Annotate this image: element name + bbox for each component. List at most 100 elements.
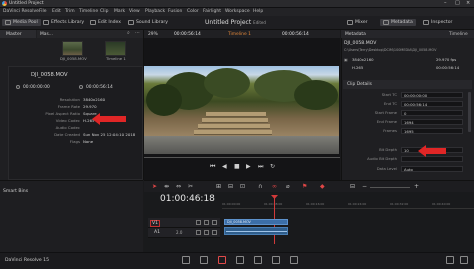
menu-item[interactable]: Fusion [168,9,182,14]
media-page-icon[interactable] [182,256,190,264]
bin-dropdown[interactable]: Mas... [40,32,53,37]
cut-page-icon[interactable] [200,256,208,264]
timeline-thumbnail[interactable] [105,41,126,56]
track-visibility-icon[interactable] [212,220,217,225]
auto-select-icon[interactable] [204,220,209,225]
timeline-timecode[interactable]: 01:00:46:18 [160,194,215,204]
snapping-icon[interactable]: ∩ [258,183,262,190]
zoom-in-icon[interactable]: + [414,183,419,190]
position-lock-icon[interactable]: ⌀ [286,183,290,190]
mixer-button[interactable]: Mixer [347,19,368,26]
marker-icon[interactable]: ◆ [320,183,325,190]
metadata-codec: H.265 [352,65,364,70]
project-title: Untitled Project Edited [205,19,266,26]
timeline-ruler[interactable]: 01:00:00:00 01:00:08:00 01:00:16:00 01:0… [222,202,474,209]
metadata-button[interactable]: Metadata [380,19,416,26]
zoom-out-icon[interactable]: − [362,183,367,190]
trim-tool-icon[interactable]: ⇹ [164,183,169,190]
menu-item[interactable]: File [39,9,47,14]
home-icon[interactable] [446,256,454,264]
menu-item[interactable]: Mark [114,9,125,14]
ruler-tick-label: 01:00:32:00 [390,202,409,206]
fairlight-page-icon[interactable] [272,256,280,264]
skip-end-icon[interactable]: ⏭ [258,163,263,171]
lock-track-icon[interactable] [196,220,201,225]
metadata-value-field[interactable]: 0 [401,110,463,116]
metadata-duration: 00:00:56:14 [436,65,460,70]
metadata-value-field[interactable]: 1694 [401,119,463,125]
menu-item[interactable]: Playback [145,9,165,14]
dynamic-trim-icon[interactable]: ⇔ [176,183,181,190]
master-bin[interactable]: Master [0,30,36,38]
metadata-timeline-tab[interactable]: Timeline [449,32,468,37]
clip-start-tc: 00:00:00:00 [23,85,50,90]
media-pool-button[interactable]: Media Pool [2,19,41,26]
minimize-icon[interactable]: – [444,0,447,6]
edit-index-button[interactable]: Edit Index [90,19,121,26]
solo-icon[interactable] [204,230,209,235]
menu-item[interactable]: Fairlight [203,9,221,14]
menu-item[interactable]: Help [253,9,263,14]
mute-icon[interactable] [212,230,217,235]
close-icon[interactable]: × [466,0,470,6]
timeline-selector[interactable]: Timeline 1 [228,32,251,37]
step-shape [198,124,270,129]
skip-start-icon[interactable]: ⏮ [210,163,215,171]
edit-page-icon[interactable] [218,256,226,264]
viewer-timecode[interactable]: 00:00:56:14 [174,32,201,37]
clip-thumbnail[interactable] [62,41,83,56]
video-frame [144,66,339,154]
loop-icon[interactable]: ↻ [270,163,275,170]
menu-item[interactable]: Trim [65,9,75,14]
timeline-audio-clip[interactable] [224,227,288,235]
zoom-fit-icon[interactable]: ⊟ [350,183,355,190]
smart-bins-label[interactable]: Smart Bins [3,189,28,194]
lock-track-icon[interactable] [196,230,201,235]
metadata-value-field[interactable]: 1695 [401,128,463,134]
viewer-scrub-bar[interactable] [144,157,340,158]
property-value: None [83,139,94,144]
menu-item[interactable]: Edit [52,9,61,14]
deliver-page-icon[interactable] [290,256,298,264]
step-shape [194,130,272,135]
metadata-value-field[interactable]: 00:00:56:14 [401,101,463,107]
menu-item[interactable]: Timeline [79,9,98,14]
metadata-value-field[interactable]: 00:00:00:00 [401,92,463,98]
maximize-icon[interactable]: □ [455,0,460,6]
metadata-scrollbar[interactable] [468,92,471,132]
fusion-page-icon[interactable] [236,256,244,264]
reverse-icon[interactable]: ◀ [222,163,227,170]
zoom-slider[interactable] [370,187,410,188]
menu-item[interactable]: Clip [100,9,109,14]
color-page-icon[interactable] [254,256,262,264]
inspector-button[interactable]: Inspector [423,19,452,26]
search-icon[interactable]: ⌕ [127,30,130,36]
timeline-video-clip[interactable]: DJI_0058.MOV [224,219,288,225]
step-shape [206,112,266,117]
duration-icon [79,85,83,89]
menu-item[interactable]: Workspace [225,9,250,14]
menu-item[interactable]: Color [187,9,199,14]
settings-icon[interactable] [460,256,468,264]
more-options-icon[interactable]: ⋯ [135,30,140,36]
frame-timecode[interactable]: 00:00:56:14 [282,32,309,37]
stop-icon[interactable]: ■ [234,163,240,170]
metadata-value-field[interactable]: Auto [401,166,463,172]
play-icon[interactable]: ▶ [246,163,251,170]
track-header-a1[interactable]: A1 2.0 [148,228,220,238]
link-icon[interactable]: ∞ [272,183,277,190]
blade-tool-icon[interactable]: ✂ [188,183,193,190]
property-value: Sun Nov 25 12:04:10 2018 [83,132,136,137]
clip-details-section[interactable]: Clip Details [343,80,472,89]
overwrite-clip-icon[interactable]: ⊟ [228,183,233,190]
flag-icon[interactable]: ⚑ [302,183,307,190]
selection-tool-icon[interactable]: ➤ [152,183,157,190]
zoom-level[interactable]: 29% [148,32,158,37]
track-header-v1[interactable]: V1 [148,218,220,228]
effects-library-button[interactable]: Effects Library [43,19,84,26]
menu-item[interactable]: View [129,9,140,14]
insert-clip-icon[interactable]: ⊞ [216,183,221,190]
sound-library-button[interactable]: Sound Library [128,19,168,26]
menu-item[interactable]: DaVinci Resolve [3,9,39,14]
replace-clip-icon[interactable]: ⊡ [240,183,245,190]
